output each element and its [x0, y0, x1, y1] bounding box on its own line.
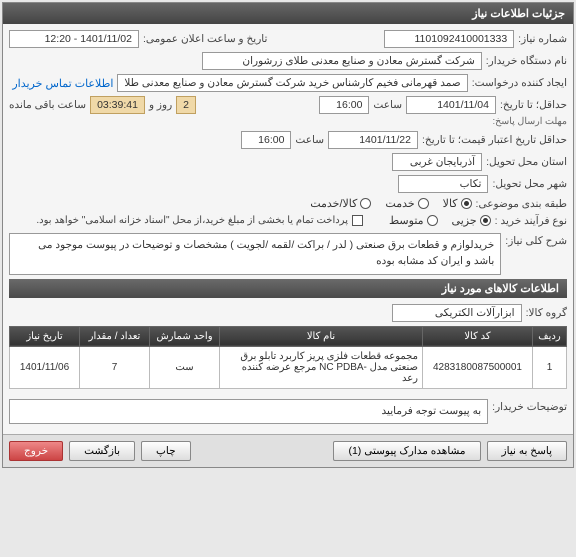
creator-label: ایجاد کننده درخواست:	[472, 77, 567, 89]
table-row[interactable]: 1 4283180087500001 مجموعه قطعات فلزی پری…	[10, 346, 567, 388]
radio-icon	[418, 198, 429, 209]
announce-value: 1401/11/02 - 12:20	[9, 30, 139, 48]
th-code: کد کالا	[423, 326, 533, 346]
group-value: ابزارآلات الکتریکی	[392, 304, 522, 322]
buyer-notes: به پیوست توجه فرمایید	[9, 399, 488, 425]
panel-body: شماره نیاز: 1101092410001333 تاریخ و ساع…	[3, 24, 573, 434]
panel-title: جزئیات اطلاعات نیاز	[3, 3, 573, 24]
th-qty: تعداد / مقدار	[80, 326, 150, 346]
remain-label: ساعت باقی مانده	[9, 99, 86, 111]
buyer-notes-label: توضیحات خریدار:	[492, 397, 567, 413]
exit-button[interactable]: خروج	[9, 441, 63, 461]
cell-name: مجموعه قطعات فلزی پریز کاربرد تابلو برق …	[220, 346, 423, 388]
th-date: تاریخ نیاز	[10, 326, 80, 346]
radio-icon	[461, 198, 472, 209]
buy-type-radios: جزیی متوسط	[389, 214, 491, 227]
radio-service[interactable]: خدمت	[385, 197, 428, 210]
radio-goods[interactable]: کالا	[443, 197, 472, 210]
creator-value: صمد قهرمانی فخیم کارشناس خرید شرکت گسترش…	[117, 74, 467, 92]
details-panel: جزئیات اطلاعات نیاز شماره نیاز: 11010924…	[2, 2, 574, 468]
time-remain: 03:39:41	[90, 96, 145, 114]
city-label: شهر محل تحویل:	[492, 178, 567, 190]
announce-label: تاریخ و ساعت اعلان عمومی:	[143, 33, 267, 45]
cell-unit: ست	[150, 346, 220, 388]
need-number-label: شماره نیاز:	[518, 33, 567, 45]
deadline-label: حداقل؛ تا تاریخ:	[500, 99, 567, 111]
cell-date: 1401/11/06	[10, 346, 80, 388]
desc-value: خریدلوازم و قطعات برق صنعتی ( لدر / براک…	[9, 233, 501, 275]
days-remain: 2	[176, 96, 196, 114]
category-label: طبقه بندی موضوعی:	[476, 198, 567, 210]
radio-service-label: خدمت	[385, 197, 414, 210]
th-name: نام کالا	[220, 326, 423, 346]
province-label: استان محل تحویل:	[486, 156, 567, 168]
th-unit: واحد شمارش	[150, 326, 220, 346]
radio-medium[interactable]: متوسط	[389, 214, 438, 227]
buyer-value: شرکت گسترش معادن و صنایع معدنی طلای زرشو…	[202, 52, 482, 70]
items-header: اطلاعات کالاهای مورد نیاز	[9, 279, 567, 298]
back-button[interactable]: بازگشت	[69, 441, 135, 461]
partial-pay-label: پرداخت تمام یا بخشی از مبلغ خرید،از محل …	[36, 215, 348, 226]
table-header-row: ردیف کد کالا نام کالا واحد شمارش تعداد /…	[10, 326, 567, 346]
radio-partial[interactable]: جزیی	[452, 214, 491, 227]
items-table: ردیف کد کالا نام کالا واحد شمارش تعداد /…	[9, 326, 567, 389]
attachments-button[interactable]: مشاهده مدارک پیوستی (1)	[333, 441, 480, 461]
countdown: 2 روز و 03:39:41 ساعت باقی مانده	[9, 96, 196, 114]
buyer-label: نام دستگاه خریدار:	[486, 55, 567, 67]
validity-date: 1401/11/22	[328, 131, 418, 149]
category-radios: کالا خدمت کالا/خدمت	[310, 197, 471, 210]
time-label-1: ساعت	[373, 99, 402, 111]
button-bar: پاسخ به نیاز مشاهده مدارک پیوستی (1) چاپ…	[3, 434, 573, 467]
buy-type-label: نوع فرآیند خرید :	[495, 215, 567, 227]
desc-label: شرح کلی نیاز:	[505, 231, 567, 247]
radio-medium-label: متوسط	[389, 214, 424, 227]
cell-code: 4283180087500001	[423, 346, 533, 388]
reply-button[interactable]: پاسخ به نیاز	[487, 441, 567, 461]
radio-icon	[360, 198, 371, 209]
radio-goods-label: کالا	[443, 197, 458, 210]
deadline-date: 1401/11/04	[406, 96, 496, 114]
deadline-time: 16:00	[319, 96, 369, 114]
validity-time: 16:00	[241, 131, 291, 149]
cell-qty: 7	[80, 346, 150, 388]
need-number-value: 1101092410001333	[384, 30, 514, 48]
contact-link[interactable]: اطلاعات تماس خریدار	[12, 77, 113, 90]
radio-goods-service[interactable]: کالا/خدمت	[310, 197, 371, 210]
day-label: روز و	[149, 99, 172, 111]
validity-label: حداقل تاریخ اعتبار قیمت؛ تا تاریخ:	[422, 134, 567, 146]
radio-icon	[480, 215, 491, 226]
th-row: ردیف	[533, 326, 567, 346]
print-button[interactable]: چاپ	[141, 441, 191, 461]
cell-row: 1	[533, 346, 567, 388]
deadline-full-label: مهلت ارسال پاسخ:	[9, 116, 567, 127]
time-label-2: ساعت	[295, 134, 324, 146]
province-value: آذربایجان غربی	[392, 153, 482, 171]
city-value: تکاب	[398, 175, 488, 193]
radio-icon	[427, 215, 438, 226]
partial-pay-checkbox[interactable]	[352, 215, 363, 226]
radio-partial-label: جزیی	[452, 214, 477, 227]
radio-gs-label: کالا/خدمت	[310, 197, 357, 210]
group-label: گروه کالا:	[526, 307, 567, 319]
